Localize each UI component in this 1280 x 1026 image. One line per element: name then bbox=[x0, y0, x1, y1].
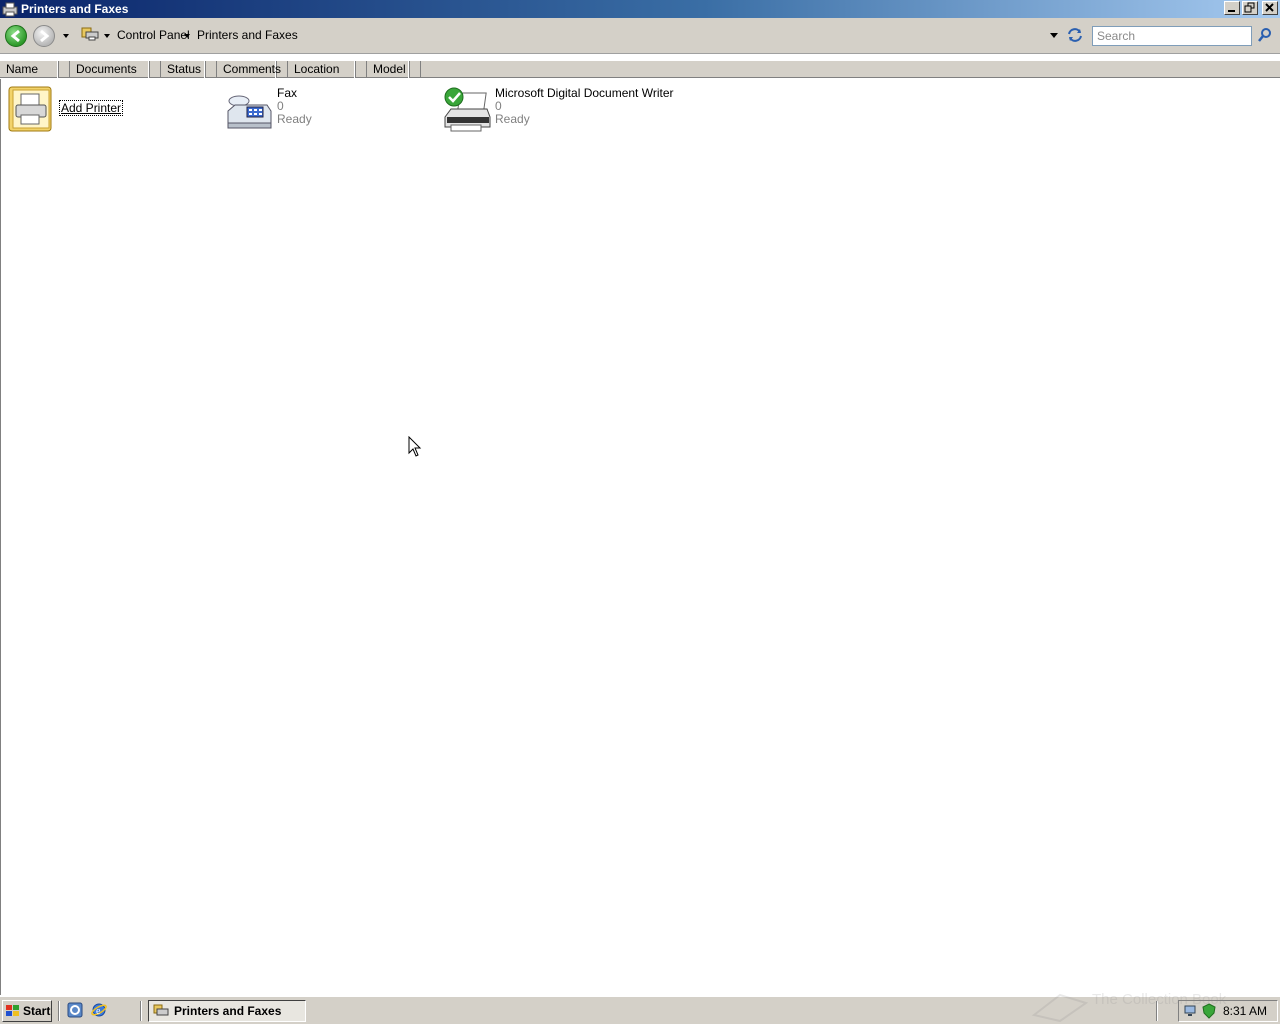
start-button[interactable]: Start bbox=[2, 1000, 52, 1022]
chevron-down-icon bbox=[104, 34, 110, 38]
security-shield-icon[interactable] bbox=[1201, 1003, 1217, 1019]
column-header-row: Name Documents Status Comments Location … bbox=[0, 60, 1280, 78]
printers-folder-icon bbox=[153, 1004, 169, 1016]
server-manager-icon[interactable] bbox=[67, 1002, 83, 1018]
fax-icon bbox=[227, 95, 272, 129]
taskbar-window-printers-and-faxes[interactable]: Printers and Faxes bbox=[148, 1000, 306, 1022]
column-comments[interactable]: Comments bbox=[217, 61, 281, 78]
refresh-icon[interactable] bbox=[1066, 27, 1084, 43]
title-bar[interactable]: Printers and Faxes bbox=[0, 0, 1280, 18]
minimize-button[interactable] bbox=[1224, 1, 1240, 15]
forward-button[interactable] bbox=[33, 25, 55, 47]
back-arrow-icon bbox=[10, 29, 20, 43]
breadcrumb-control-panel[interactable]: Control Panel bbox=[117, 28, 190, 42]
taskbar-divider bbox=[58, 1001, 60, 1021]
search-input[interactable]: Search bbox=[1092, 26, 1252, 46]
item-label: Add Printer bbox=[59, 100, 124, 116]
minimize-icon bbox=[1228, 10, 1235, 12]
control-panel-dropdown[interactable] bbox=[184, 34, 190, 38]
network-icon[interactable] bbox=[1183, 1003, 1199, 1019]
taskbar-divider bbox=[140, 1001, 142, 1021]
svg-text:e: e bbox=[96, 1006, 101, 1017]
column-model[interactable]: Model bbox=[367, 61, 410, 78]
column-divider[interactable] bbox=[277, 61, 288, 77]
add-printer-icon bbox=[8, 86, 52, 132]
close-button[interactable] bbox=[1262, 1, 1278, 15]
clock[interactable]: 8:31 AM bbox=[1223, 1004, 1267, 1018]
back-button[interactable] bbox=[5, 25, 27, 47]
add-printer-item[interactable]: Add Printer bbox=[7, 85, 124, 133]
breadcrumb-printers-and-faxes[interactable]: Printers and Faxes bbox=[197, 28, 298, 42]
fax-item[interactable]: Fax 0 Ready bbox=[225, 87, 312, 135]
mouse-cursor-icon bbox=[408, 436, 422, 457]
address-bar: Control Panel Printers and Faxes Search bbox=[0, 18, 1280, 54]
column-divider[interactable] bbox=[150, 61, 161, 77]
restore-icon bbox=[1244, 2, 1255, 13]
column-divider[interactable] bbox=[356, 61, 367, 77]
chevron-down-icon bbox=[63, 34, 69, 38]
column-name[interactable]: Name bbox=[0, 61, 59, 78]
location-dropdown[interactable] bbox=[104, 34, 110, 38]
start-label: Start bbox=[23, 1004, 51, 1018]
column-divider[interactable] bbox=[410, 61, 421, 77]
column-divider[interactable] bbox=[59, 61, 70, 77]
column-divider[interactable] bbox=[206, 61, 217, 77]
column-status[interactable]: Status bbox=[161, 61, 206, 78]
search-icon[interactable] bbox=[1257, 27, 1273, 43]
forward-arrow-icon bbox=[40, 29, 50, 43]
system-tray: 8:31 AM bbox=[1178, 1000, 1278, 1022]
task-label: Printers and Faxes bbox=[174, 1004, 282, 1018]
column-location[interactable]: Location bbox=[288, 61, 356, 78]
address-history-dropdown[interactable] bbox=[1050, 33, 1058, 38]
chevron-down-icon bbox=[1050, 33, 1058, 38]
printers-folder-icon bbox=[2, 2, 18, 17]
restore-button[interactable] bbox=[1242, 1, 1258, 15]
item-label: Microsoft Digital Document Writer bbox=[495, 86, 674, 100]
recent-pages-dropdown[interactable] bbox=[63, 34, 69, 38]
taskbar-divider bbox=[1156, 1001, 1158, 1021]
item-status: Ready bbox=[495, 112, 530, 126]
internet-explorer-icon[interactable]: e bbox=[91, 1002, 107, 1018]
windows-logo-icon bbox=[6, 1005, 19, 1016]
chevron-down-icon bbox=[184, 34, 190, 38]
column-documents[interactable]: Documents bbox=[70, 61, 150, 78]
close-icon bbox=[1265, 3, 1274, 12]
printers-list-view[interactable]: Add Printer Fax 0 Ready Microsoft Digita… bbox=[0, 79, 1280, 995]
document-writer-item[interactable]: Microsoft Digital Document Writer 0 Read… bbox=[443, 87, 674, 135]
default-check-icon bbox=[444, 87, 464, 107]
printer-icon bbox=[444, 87, 491, 132]
item-status: Ready bbox=[277, 112, 312, 126]
window-title: Printers and Faxes bbox=[21, 2, 129, 16]
taskbar: Start e Printers and Faxes 8:31 AM bbox=[0, 996, 1280, 1024]
printers-location-icon[interactable] bbox=[81, 26, 99, 42]
